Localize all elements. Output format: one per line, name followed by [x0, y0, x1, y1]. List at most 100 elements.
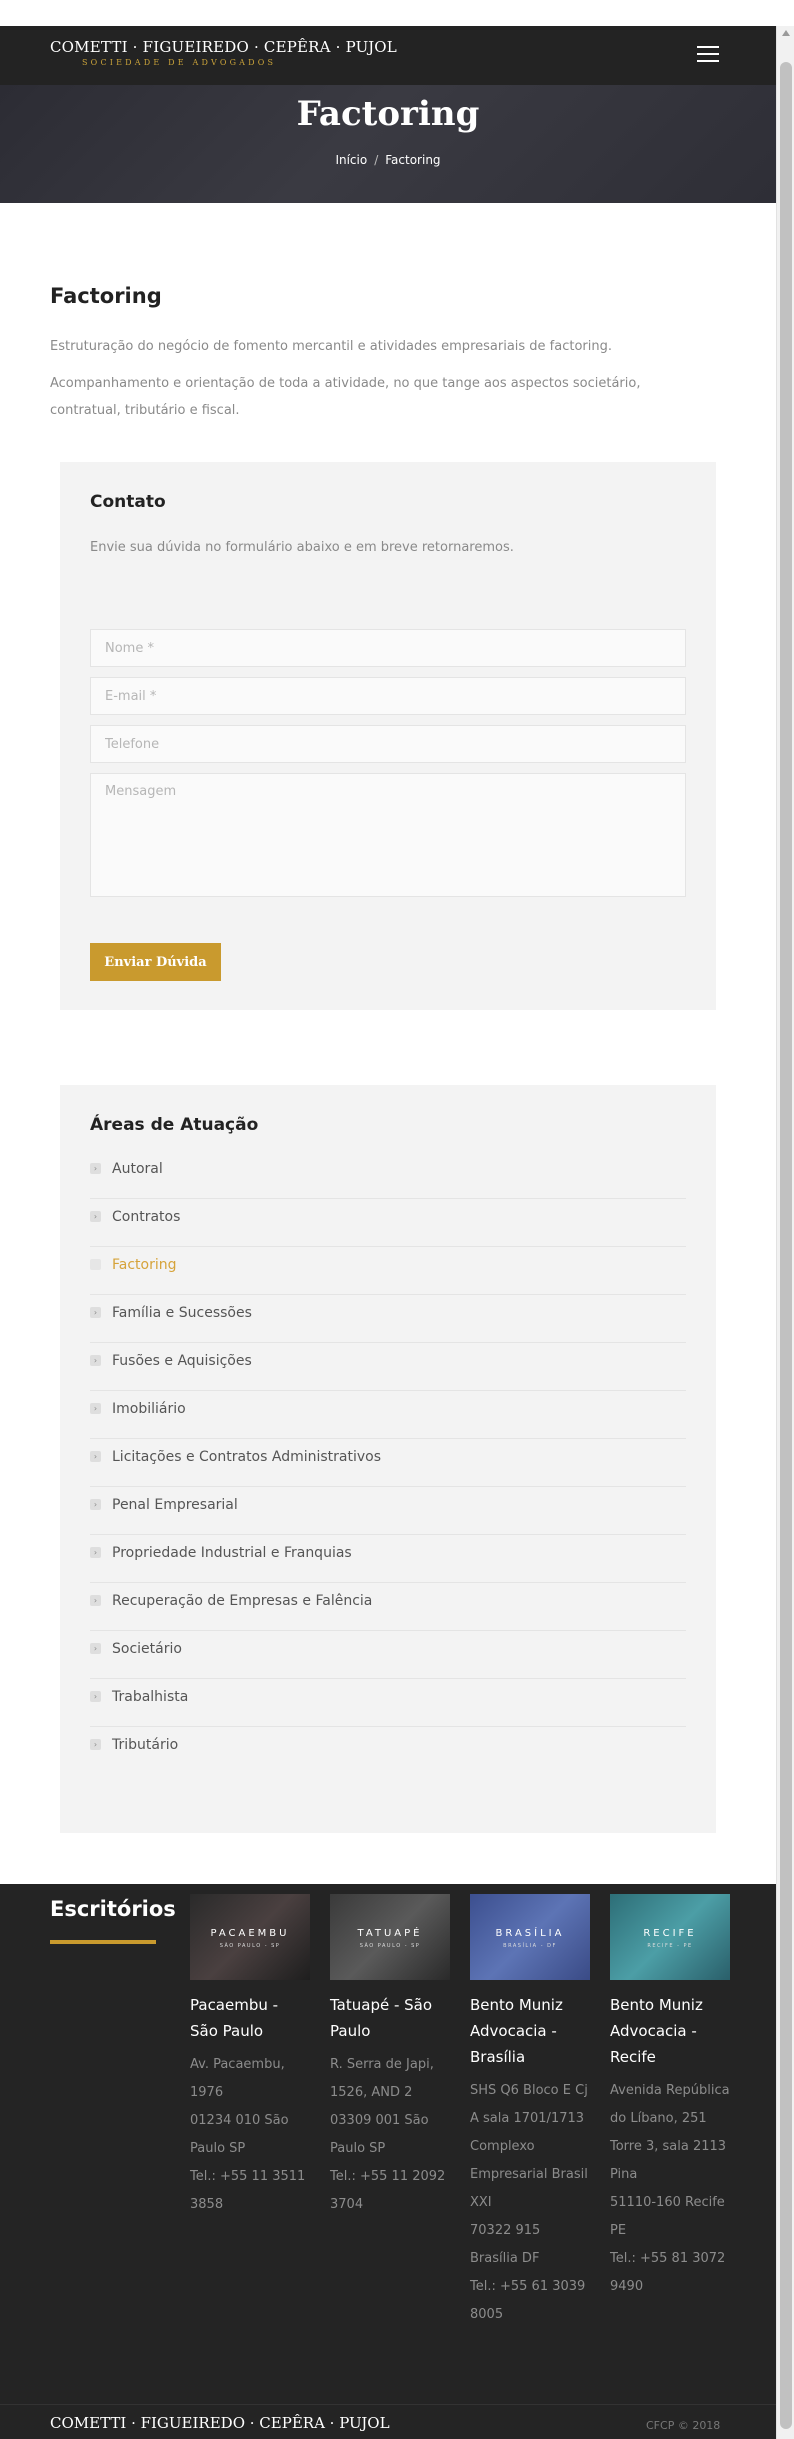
page-scrollbar[interactable] — [776, 26, 794, 2439]
breadcrumb-current: Factoring — [385, 153, 441, 167]
area-link[interactable]: Tributário — [112, 1737, 178, 1753]
office-address: Avenida República do Líbano, 251 Torre 3… — [610, 2083, 730, 2294]
chevron-right-icon: › — [90, 1163, 101, 1174]
message-field[interactable] — [90, 773, 686, 897]
site-header: COMETTI · FIGUEIREDO · CEPÊRA · PUJOL SO… — [0, 26, 776, 85]
areas-card: Áreas de Atuação › Autoral › Contratos › Fact… — [60, 1085, 716, 1833]
area-link[interactable]: Autoral — [112, 1161, 163, 1177]
office-photo: BRASÍLIA BRASÍLIA - DF — [470, 1894, 590, 1980]
office-card[interactable]: RECIFE RECIFE - PE Bento Muniz Advocacia… — [610, 1894, 730, 2301]
area-link[interactable]: Recuperação de Empresas e Falência — [112, 1593, 372, 1609]
area-list-item[interactable]: › Imobiliário — [90, 1391, 686, 1439]
office-name[interactable]: Bento Muniz Advocacia - Recife — [610, 1992, 730, 2070]
chevron-right-icon: › — [90, 1691, 101, 1702]
office-name[interactable]: Tatuapé - São Paulo — [330, 1992, 450, 2044]
area-list-item[interactable]: › Propriedade Industrial e Franquias — [90, 1535, 686, 1583]
page-hero: Factoring Início / Factoring — [0, 85, 776, 203]
logo-main-text: COMETTI · FIGUEIREDO · CEPÊRA · PUJOL — [50, 38, 397, 56]
areas-list: › Autoral › Contratos › Factoring › Família e S… — [90, 1151, 686, 1775]
chevron-right-icon: › — [90, 1451, 101, 1462]
area-link[interactable]: Licitações e Contratos Administrativos — [112, 1449, 381, 1465]
menu-line — [697, 60, 719, 62]
area-list-item[interactable]: › Trabalhista — [90, 1679, 686, 1727]
page-title: Factoring — [296, 94, 480, 134]
offices-section: Escritórios PACAEMBU SÃO PAULO - SP Paca… — [0, 1884, 776, 2404]
area-list-item[interactable]: › Societário — [90, 1631, 686, 1679]
phone-field[interactable] — [90, 725, 686, 763]
site-logo[interactable]: COMETTI · FIGUEIREDO · CEPÊRA · PUJOL SO… — [50, 38, 397, 67]
office-photo-label: TATUAPÉ — [357, 1928, 423, 1939]
area-list-item[interactable]: › Autoral — [90, 1151, 686, 1199]
area-link[interactable]: Contratos — [112, 1209, 180, 1225]
chevron-right-icon: › — [90, 1355, 101, 1366]
area-link[interactable]: Família e Sucessões — [112, 1305, 252, 1321]
bottom-bar: COMETTI · FIGUEIREDO · CEPÊRA · PUJOL CF… — [0, 2404, 776, 2439]
footer-logo[interactable]: COMETTI · FIGUEIREDO · CEPÊRA · PUJOL — [50, 2414, 390, 2432]
office-photo-sublabel: SÃO PAULO - SP — [219, 1943, 281, 1949]
area-list-item[interactable]: › Fusões e Aquisições — [90, 1343, 686, 1391]
contact-description: Envie sua dúvida no formulário abaixo e … — [90, 540, 514, 555]
office-address: SHS Q6 Bloco E Cj A sala 1701/1713 Compl… — [470, 2083, 588, 2322]
menu-line — [697, 53, 719, 55]
chevron-right-icon: › — [90, 1643, 101, 1654]
area-list-item[interactable]: › Tributário — [90, 1727, 686, 1775]
area-list-item[interactable]: › Penal Empresarial — [90, 1487, 686, 1535]
chevron-right-icon: › — [90, 1259, 101, 1270]
chevron-right-icon: › — [90, 1403, 101, 1414]
area-list-item[interactable]: › Recuperação de Empresas e Falência — [90, 1583, 686, 1631]
area-link[interactable]: Propriedade Industrial e Franquias — [112, 1545, 352, 1561]
area-link[interactable]: Factoring — [112, 1257, 177, 1273]
top-strip — [0, 0, 794, 26]
logo-sub-text: SOCIEDADE DE ADVOGADOS — [82, 58, 277, 67]
office-card[interactable]: PACAEMBU SÃO PAULO - SP Pacaembu - São P… — [190, 1894, 310, 2219]
office-photo: RECIFE RECIFE - PE — [610, 1894, 730, 1980]
email-field[interactable] — [90, 677, 686, 715]
breadcrumb: Início / Factoring — [0, 153, 776, 167]
area-list-item[interactable]: › Licitações e Contratos Administrativos — [90, 1439, 686, 1487]
office-name[interactable]: Bento Muniz Advocacia - Brasília — [470, 1992, 590, 2070]
offices-title-underline — [50, 1940, 156, 1944]
area-list-item[interactable]: › Factoring — [90, 1247, 686, 1295]
menu-line — [697, 46, 719, 48]
content-paragraph: Acompanhamento e orientação de toda a at… — [50, 376, 641, 418]
hamburger-menu-icon[interactable] — [697, 46, 719, 64]
office-photo-label: RECIFE — [643, 1928, 697, 1939]
content-paragraph: Estruturação do negócio de fomento merca… — [50, 339, 613, 354]
chevron-right-icon: › — [90, 1499, 101, 1510]
copyright-text: CFCP © 2018 — [646, 2419, 721, 2432]
office-photo-sublabel: BRASÍLIA - DF — [503, 1943, 557, 1949]
chevron-right-icon: › — [90, 1307, 101, 1318]
office-card[interactable]: BRASÍLIA BRASÍLIA - DF Bento Muniz Advoc… — [470, 1894, 590, 2329]
office-photo-sublabel: RECIFE - PE — [647, 1943, 693, 1949]
office-card[interactable]: TATUAPÉ SÃO PAULO - SP Tatuapé - São Pau… — [330, 1894, 450, 2219]
scrollbar-thumb[interactable] — [780, 62, 792, 2429]
content-title: Factoring — [50, 284, 162, 308]
office-photo: PACAEMBU SÃO PAULO - SP — [190, 1894, 310, 1980]
chevron-right-icon: › — [90, 1547, 101, 1558]
areas-title: Áreas de Atuação — [90, 1115, 259, 1135]
office-name[interactable]: Pacaembu - São Paulo — [190, 1992, 310, 2044]
area-link[interactable]: Penal Empresarial — [112, 1497, 238, 1513]
office-photo-sublabel: SÃO PAULO - SP — [359, 1943, 421, 1949]
office-address: R. Serra de Japi, 1526, AND 2 03309 001 … — [330, 2057, 446, 2212]
contact-card: Contato Envie sua dúvida no formulário a… — [60, 462, 716, 1010]
scroll-up-arrow-icon[interactable] — [782, 30, 790, 36]
chevron-right-icon: › — [90, 1739, 101, 1750]
name-field[interactable] — [90, 629, 686, 667]
area-link[interactable]: Trabalhista — [112, 1689, 188, 1705]
chevron-right-icon: › — [90, 1211, 101, 1222]
breadcrumb-separator: / — [374, 153, 379, 167]
contact-title: Contato — [90, 492, 166, 512]
chevron-right-icon: › — [90, 1595, 101, 1606]
offices-title: Escritórios — [50, 1897, 176, 1921]
breadcrumb-home-link[interactable]: Início — [335, 153, 367, 167]
submit-button[interactable]: Enviar Dúvida — [90, 943, 221, 981]
area-list-item[interactable]: › Contratos — [90, 1199, 686, 1247]
area-link[interactable]: Societário — [112, 1641, 182, 1657]
area-link[interactable]: Imobiliário — [112, 1401, 186, 1417]
office-photo: TATUAPÉ SÃO PAULO - SP — [330, 1894, 450, 1980]
page: COMETTI · FIGUEIREDO · CEPÊRA · PUJOL SO… — [0, 26, 776, 2439]
area-list-item[interactable]: › Família e Sucessões — [90, 1295, 686, 1343]
office-address: Av. Pacaembu, 1976 01234 010 São Paulo S… — [190, 2057, 306, 2212]
area-link[interactable]: Fusões e Aquisições — [112, 1353, 252, 1369]
